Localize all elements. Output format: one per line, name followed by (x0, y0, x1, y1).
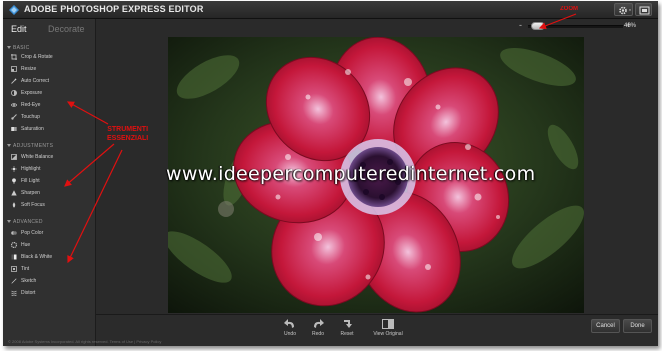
tool-label: Touchup (21, 114, 40, 120)
reset-label: Reset (340, 331, 354, 337)
distort-icon (11, 290, 17, 296)
watermark: www.ideepercomputeredinternet.com (166, 163, 536, 185)
tool-label: Resize (21, 66, 37, 72)
tool-label: Crop & Rotate (21, 54, 53, 60)
view-original-button[interactable]: View Original (371, 318, 405, 337)
tool-label: Pop Color (21, 230, 44, 236)
collapse-icon (7, 144, 11, 148)
zoom-percent: 48% (624, 23, 637, 29)
annotation-tools-line1: STRUMENTI (107, 126, 149, 133)
brush-icon (11, 114, 17, 120)
exposure-icon (11, 90, 17, 96)
bottom-toolbar: Undo Redo Reset View Original (96, 314, 658, 346)
wand-icon (11, 78, 17, 84)
section-advanced-label: ADVANCED (13, 219, 43, 225)
sun-icon (11, 166, 17, 172)
undo-icon (284, 319, 294, 328)
annotation-zoom: ZOOM (560, 6, 578, 12)
tool-label: Distort (21, 290, 36, 296)
pencil-icon (11, 278, 17, 284)
redo-icon (314, 319, 324, 328)
copyright-footer: © 2008 Adobe Systems Incorporated. All r… (8, 339, 162, 344)
fullscreen-icon (639, 6, 650, 15)
section-adjustments-label: ADJUSTMENTS (13, 143, 54, 149)
tools-sidebar: Edit Decorate BASIC Crop & Rotate Resize… (3, 19, 96, 346)
tool-label: Sketch (21, 278, 37, 284)
tool-label: Tint (21, 266, 30, 272)
tab-edit[interactable]: Edit (11, 24, 27, 34)
annotation-tools: STRUMENTI ESSENZIALI (107, 125, 148, 143)
section-basic[interactable]: BASIC (7, 45, 30, 51)
tool-label: Auto Correct (21, 78, 50, 84)
zoom-slider[interactable]: - + (519, 20, 639, 33)
pop-color-icon (11, 231, 17, 235)
tool-label: Saturation (21, 126, 44, 132)
zoom-out-button[interactable]: - (519, 20, 522, 30)
section-basic-label: BASIC (13, 45, 30, 51)
drop-icon (12, 202, 16, 208)
tool-label: Sharpen (21, 190, 40, 196)
reset-button[interactable]: Reset (332, 318, 362, 337)
bulb-icon (12, 178, 16, 184)
fullscreen-button[interactable] (635, 3, 652, 16)
tint-icon (11, 266, 17, 272)
section-adjustments[interactable]: ADJUSTMENTS (7, 143, 53, 149)
tool-label: Red-Eye (21, 102, 41, 108)
annotation-tools-line2: ESSENZIALI (107, 135, 149, 142)
done-button[interactable]: Done (623, 319, 652, 333)
app-title: ADOBE PHOTOSHOP EXPRESS EDITOR (24, 4, 204, 14)
tab-decorate[interactable]: Decorate (48, 24, 85, 34)
collapse-icon (7, 220, 11, 224)
undo-label: Undo (284, 331, 296, 337)
mode-tabs: Edit Decorate (3, 19, 96, 39)
resize-icon (11, 66, 17, 72)
bw-icon (11, 254, 17, 260)
tool-label: White Balance (21, 154, 54, 160)
eye-icon (11, 103, 17, 107)
tool-label: Black & White (21, 254, 53, 260)
crop-icon (11, 54, 17, 60)
zoom-thumb[interactable] (531, 22, 545, 30)
hue-icon (11, 242, 17, 248)
undo-button[interactable]: Undo (275, 318, 305, 337)
white-balance-icon (11, 154, 17, 160)
redo-label: Redo (312, 331, 324, 337)
tool-label: Exposure (21, 90, 43, 96)
view-original-label: View Original (373, 331, 403, 337)
cancel-button[interactable]: Cancel (591, 319, 620, 333)
tool-label: Fill Light (21, 178, 40, 184)
redo-button[interactable]: Redo (303, 318, 333, 337)
gear-icon (619, 6, 631, 15)
section-advanced[interactable]: ADVANCED (7, 219, 43, 225)
photoshop-express-logo (9, 5, 19, 15)
settings-button[interactable] (614, 3, 633, 16)
tool-label: Soft Focus (21, 202, 45, 208)
reset-icon (344, 320, 352, 328)
collapse-icon (7, 46, 11, 50)
saturation-icon (11, 127, 17, 131)
tool-label: Highlight (21, 166, 41, 172)
triangle-icon (11, 190, 17, 196)
tool-label: Hue (21, 242, 31, 248)
compare-icon (382, 319, 394, 329)
